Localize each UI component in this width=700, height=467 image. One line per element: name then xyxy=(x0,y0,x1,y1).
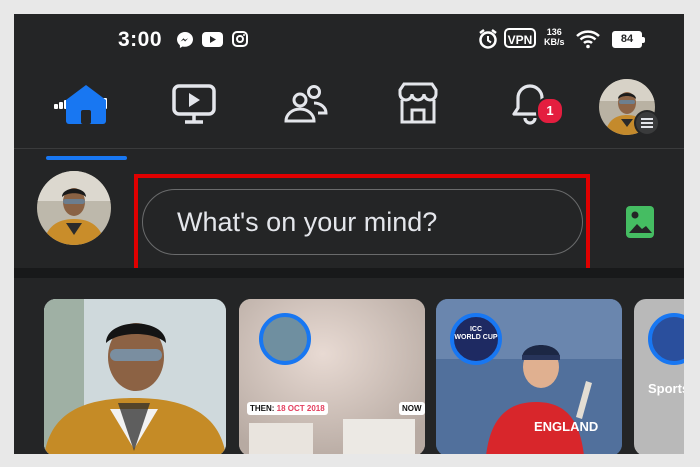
status-bar: 3:00 VPN 136 KB/s 84 xyxy=(14,14,684,109)
notification-count-badge: 1 xyxy=(536,97,564,125)
tab-friends[interactable] xyxy=(266,76,346,132)
alarm-icon xyxy=(479,29,497,49)
clock-time: 3:00 xyxy=(118,28,163,51)
highlight-box xyxy=(134,174,590,273)
tab-video[interactable] xyxy=(154,76,234,132)
composer-avatar[interactable] xyxy=(37,171,111,245)
memory-story-card[interactable]: THEN: 18 OCT 2018 NOW xyxy=(239,299,425,454)
story-caption: ENGLAND xyxy=(534,419,599,434)
story-card-worldcup[interactable]: ICC WORLD CUP ENGLAND xyxy=(436,299,622,454)
battery-indicator: 84 xyxy=(612,31,645,48)
menu-icon xyxy=(634,110,660,136)
wifi-icon xyxy=(576,30,600,49)
story-caption: Sports xyxy=(648,381,684,396)
photo-icon xyxy=(626,206,654,238)
home-icon xyxy=(66,85,106,124)
section-separator xyxy=(14,268,684,278)
youtube-icon xyxy=(202,32,223,47)
video-icon xyxy=(172,84,216,124)
story-avatar: ICC WORLD CUP xyxy=(450,313,502,365)
tab-marketplace[interactable] xyxy=(378,76,458,132)
friends-icon xyxy=(284,85,328,123)
story-avatar xyxy=(648,313,684,365)
messenger-icon xyxy=(177,32,193,48)
tab-home[interactable] xyxy=(46,76,126,132)
vpn-indicator: VPN xyxy=(504,28,536,48)
nav-divider xyxy=(14,148,684,149)
network-speed: 136 KB/s xyxy=(544,27,565,47)
marketplace-icon xyxy=(398,82,438,124)
then-date-tag: THEN: 18 OCT 2018 xyxy=(247,402,328,415)
photo-button[interactable] xyxy=(624,204,656,240)
profile-photo xyxy=(44,299,226,454)
facebook-app-screen: 3:00 VPN 136 KB/s 84 1 What's on your mi… xyxy=(14,14,684,454)
create-story-card[interactable] xyxy=(44,299,226,454)
active-tab-indicator xyxy=(46,156,127,160)
story-avatar xyxy=(259,313,311,365)
story-card-sports[interactable]: Sports xyxy=(634,299,684,454)
profile-photo xyxy=(37,171,111,245)
now-tag: NOW xyxy=(399,402,425,415)
instagram-icon xyxy=(232,31,248,47)
